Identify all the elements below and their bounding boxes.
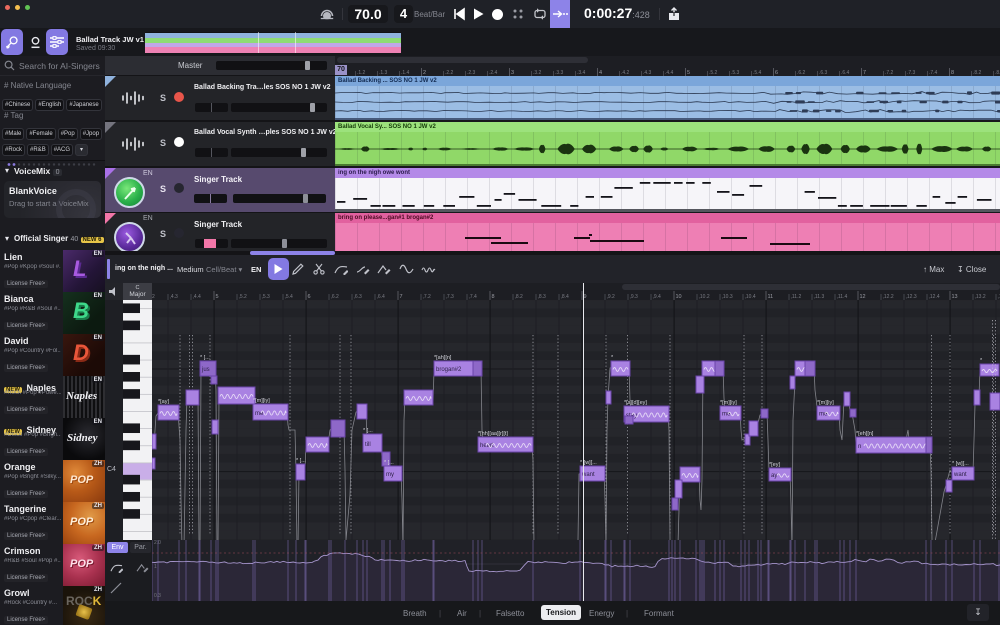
svg-text:* [...: * [...	[200, 355, 210, 361]
svg-text:*[eh][n]: *[eh][n]	[856, 431, 874, 437]
svg-text:*[ay]: *[ay]	[158, 399, 169, 405]
svg-text:* [w][...: * [w][...	[952, 461, 969, 467]
svg-text:* [...: * [...	[363, 428, 373, 434]
svg-text:*[m][iy]: *[m][iy]	[720, 400, 737, 406]
svg-text:*[m][iy]: *[m][iy]	[253, 398, 270, 404]
svg-text:*[ah][n]: *[ah][n]	[434, 355, 452, 361]
svg-text:my: my	[386, 472, 394, 478]
svg-text:*[s][d][ey]: *[s][d][ey]	[624, 400, 647, 406]
svg-text:*[ey]: *[ey]	[769, 462, 780, 468]
svg-text:jus: jus	[201, 367, 210, 373]
svg-text:brogan#2: brogan#2	[436, 367, 462, 373]
svg-text:want: want	[953, 472, 967, 478]
svg-text:n: n	[858, 444, 861, 450]
svg-text:till: till	[365, 442, 371, 448]
svg-text:* [...: * [...	[384, 460, 394, 466]
svg-text:me: me	[255, 411, 264, 417]
svg-text:ay: ay	[771, 473, 777, 479]
svg-text:*[hh][aa][r][t]: *[hh][aa][r][t]	[478, 431, 508, 437]
svg-text:*[m][iy]: *[m][iy]	[817, 400, 834, 406]
svg-text:* [...: * [...	[296, 458, 306, 464]
